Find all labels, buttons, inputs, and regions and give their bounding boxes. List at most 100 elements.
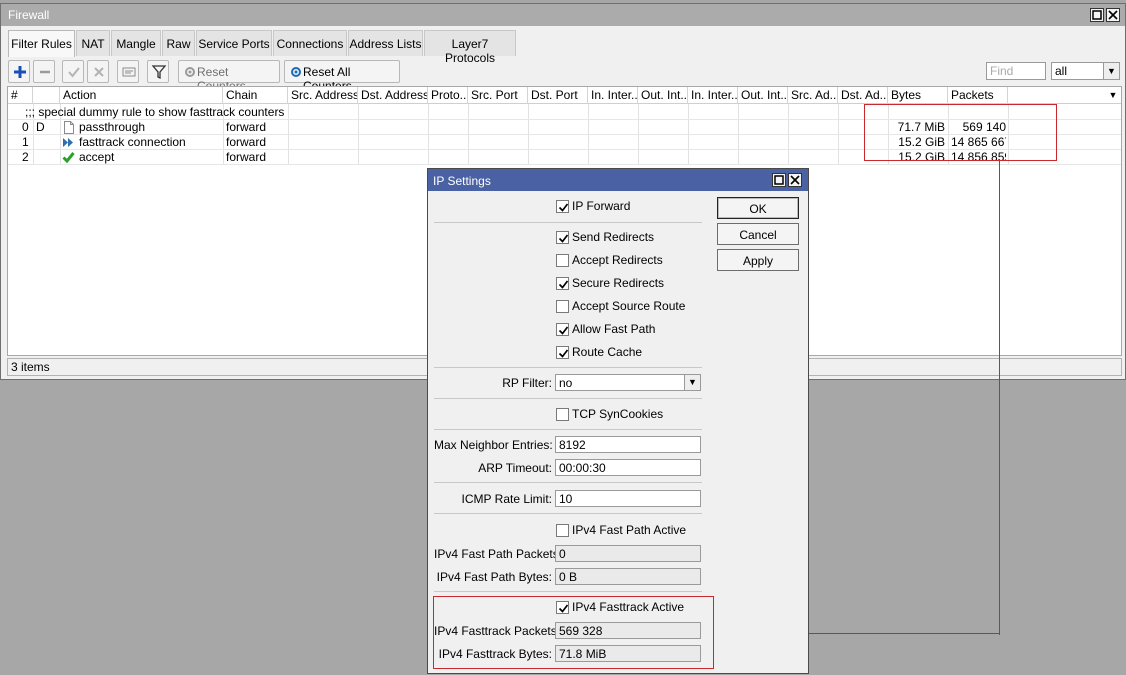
apply-button[interactable]: Apply — [717, 249, 799, 271]
column-header[interactable]: Src. Ad... — [788, 87, 838, 104]
column-header-flags[interactable] — [33, 87, 60, 104]
enable-button[interactable] — [62, 60, 84, 83]
rule-packets: 14 856 859 — [951, 150, 1006, 164]
column-header[interactable]: Dst. Address — [358, 87, 428, 104]
comment-row[interactable]: ;;; special dummy rule to show fasttrack… — [8, 105, 1121, 120]
column-header[interactable]: Dst. Ad... — [838, 87, 888, 104]
tab-filter-rules[interactable]: Filter Rules — [8, 30, 75, 57]
rule-action: accept — [79, 150, 115, 164]
fasttrack-icon — [63, 138, 73, 147]
table-row[interactable]: 0 D passthrough forward 71.7 MiB 569 140 — [8, 120, 1121, 135]
dropdown-arrow-icon: ▼ — [1103, 63, 1119, 79]
tab-raw[interactable]: Raw — [162, 30, 195, 56]
ipv4-fast-path-packets-field: 0 — [555, 545, 701, 562]
rp-filter-value: no — [559, 376, 573, 390]
maximize-button[interactable] — [1090, 8, 1104, 22]
add-button[interactable] — [8, 60, 30, 83]
column-header-bytes[interactable]: Bytes — [888, 87, 948, 104]
reset-counters-button[interactable]: Reset Counters — [178, 60, 280, 93]
filter-button[interactable] — [147, 60, 169, 83]
tab-connections[interactable]: Connections — [273, 30, 347, 56]
tab-nat[interactable]: NAT — [76, 30, 110, 56]
checkbox-box[interactable] — [556, 346, 569, 359]
column-header[interactable]: Chain — [223, 87, 288, 104]
firewall-title: Firewall — [8, 8, 50, 22]
arp-timeout-label: ARP Timeout: — [478, 461, 552, 475]
separator — [434, 222, 702, 223]
max-neighbor-entries-field[interactable]: 8192 — [555, 436, 701, 453]
filter-select[interactable]: all ▼ — [1051, 62, 1120, 80]
rule-bytes: 15.2 GiB — [898, 135, 945, 149]
column-header[interactable]: In. Inter... — [688, 87, 738, 104]
column-header[interactable]: Out. Int... — [738, 87, 788, 104]
column-header[interactable]: Out. Int... — [638, 87, 688, 104]
dropdown-arrow-icon: ▼ — [684, 375, 700, 390]
checkbox-box[interactable] — [556, 277, 569, 290]
reset-all-icon — [291, 67, 301, 77]
rp-filter-select[interactable]: no ▼ — [555, 374, 701, 391]
arp-timeout-field[interactable]: 00:00:30 — [555, 459, 701, 476]
checkbox-label: IPv4 Fast Path Active — [572, 523, 687, 537]
find-input[interactable]: Find — [986, 62, 1046, 80]
checkbox-box[interactable] — [556, 408, 569, 421]
checkbox-box[interactable] — [556, 231, 569, 244]
tab-address-lists[interactable]: Address Lists — [348, 30, 423, 56]
ip-settings-dialog: IP Settings OK Cancel Apply IP Forward S… — [427, 168, 809, 674]
maximize-icon — [1092, 10, 1102, 20]
row-divider — [8, 164, 1121, 165]
ipv4-fasttrack-bytes-label: IPv4 Fasttrack Bytes: — [438, 647, 552, 661]
column-header[interactable]: # — [8, 87, 33, 104]
rule-number: 1 — [22, 135, 29, 149]
ipv4-fasttrack-packets-label: IPv4 Fasttrack Packets: — [434, 624, 561, 638]
checkbox-box[interactable] — [556, 254, 569, 267]
reset-icon — [185, 67, 195, 77]
rule-action: fasttrack connection — [79, 135, 186, 149]
checkbox-box[interactable] — [556, 300, 569, 313]
reset-all-counters-button[interactable]: Reset All Counters — [284, 60, 400, 93]
checkbox-label: TCP SynCookies — [572, 407, 664, 421]
tab-service-ports[interactable]: Service Ports — [196, 30, 272, 56]
ipv4-fasttrack-bytes-field: 71.8 MiB — [555, 645, 701, 662]
tab-mangle[interactable]: Mangle — [111, 30, 161, 56]
column-header[interactable]: Dst. Port — [528, 87, 588, 104]
firewall-titlebar[interactable]: Firewall — [1, 4, 1125, 26]
column-menu-arrow-icon[interactable]: ▼ — [1105, 87, 1121, 104]
column-header[interactable]: Proto... — [428, 87, 468, 104]
close-icon — [790, 175, 800, 185]
close-button[interactable] — [1106, 8, 1120, 22]
separator — [434, 482, 702, 483]
table-row[interactable]: 2 accept forward 15.2 GiB 14 856 859 — [8, 150, 1121, 165]
remove-button[interactable] — [33, 60, 55, 83]
ip-settings-titlebar[interactable]: IP Settings — [428, 169, 808, 191]
rule-chain: forward — [226, 120, 267, 134]
dialog-close-button[interactable] — [788, 173, 802, 187]
checkbox-box[interactable] — [556, 601, 569, 614]
dialog-maximize-button[interactable] — [772, 173, 786, 187]
checkbox-label: Allow Fast Path — [572, 322, 656, 336]
comment-button[interactable] — [117, 60, 139, 83]
separator — [434, 591, 702, 592]
checkmark-icon — [558, 234, 569, 243]
tab-layer7-protocols[interactable]: Layer7 Protocols — [424, 30, 516, 65]
cancel-button[interactable]: Cancel — [717, 223, 799, 245]
column-header[interactable]: Src. Address — [288, 87, 358, 104]
rule-flag — [33, 135, 60, 150]
icmp-rate-limit-field[interactable]: 10 — [555, 490, 701, 507]
table-row[interactable]: 1 fasttrack connection forward 15.2 GiB … — [8, 135, 1121, 150]
rule-number: 0 — [22, 120, 29, 134]
column-header-packets[interactable]: Packets — [948, 87, 1008, 104]
column-header[interactable]: In. Inter... — [588, 87, 638, 104]
maximize-icon — [774, 175, 784, 185]
column-header[interactable]: Src. Port — [468, 87, 528, 104]
ok-button[interactable]: OK — [717, 197, 799, 219]
ipv4-fast-path-bytes-label: IPv4 Fast Path Bytes: — [436, 570, 552, 584]
checkmark-icon — [62, 152, 75, 163]
checkbox-box[interactable] — [556, 524, 569, 537]
separator — [434, 513, 702, 514]
checkbox-box[interactable] — [556, 200, 569, 213]
column-header[interactable]: Action — [60, 87, 223, 104]
checkbox-box[interactable] — [556, 323, 569, 336]
disable-button[interactable] — [87, 60, 109, 83]
checkbox-label: IPv4 Fasttrack Active — [572, 600, 685, 614]
item-count: 3 items — [11, 360, 50, 374]
